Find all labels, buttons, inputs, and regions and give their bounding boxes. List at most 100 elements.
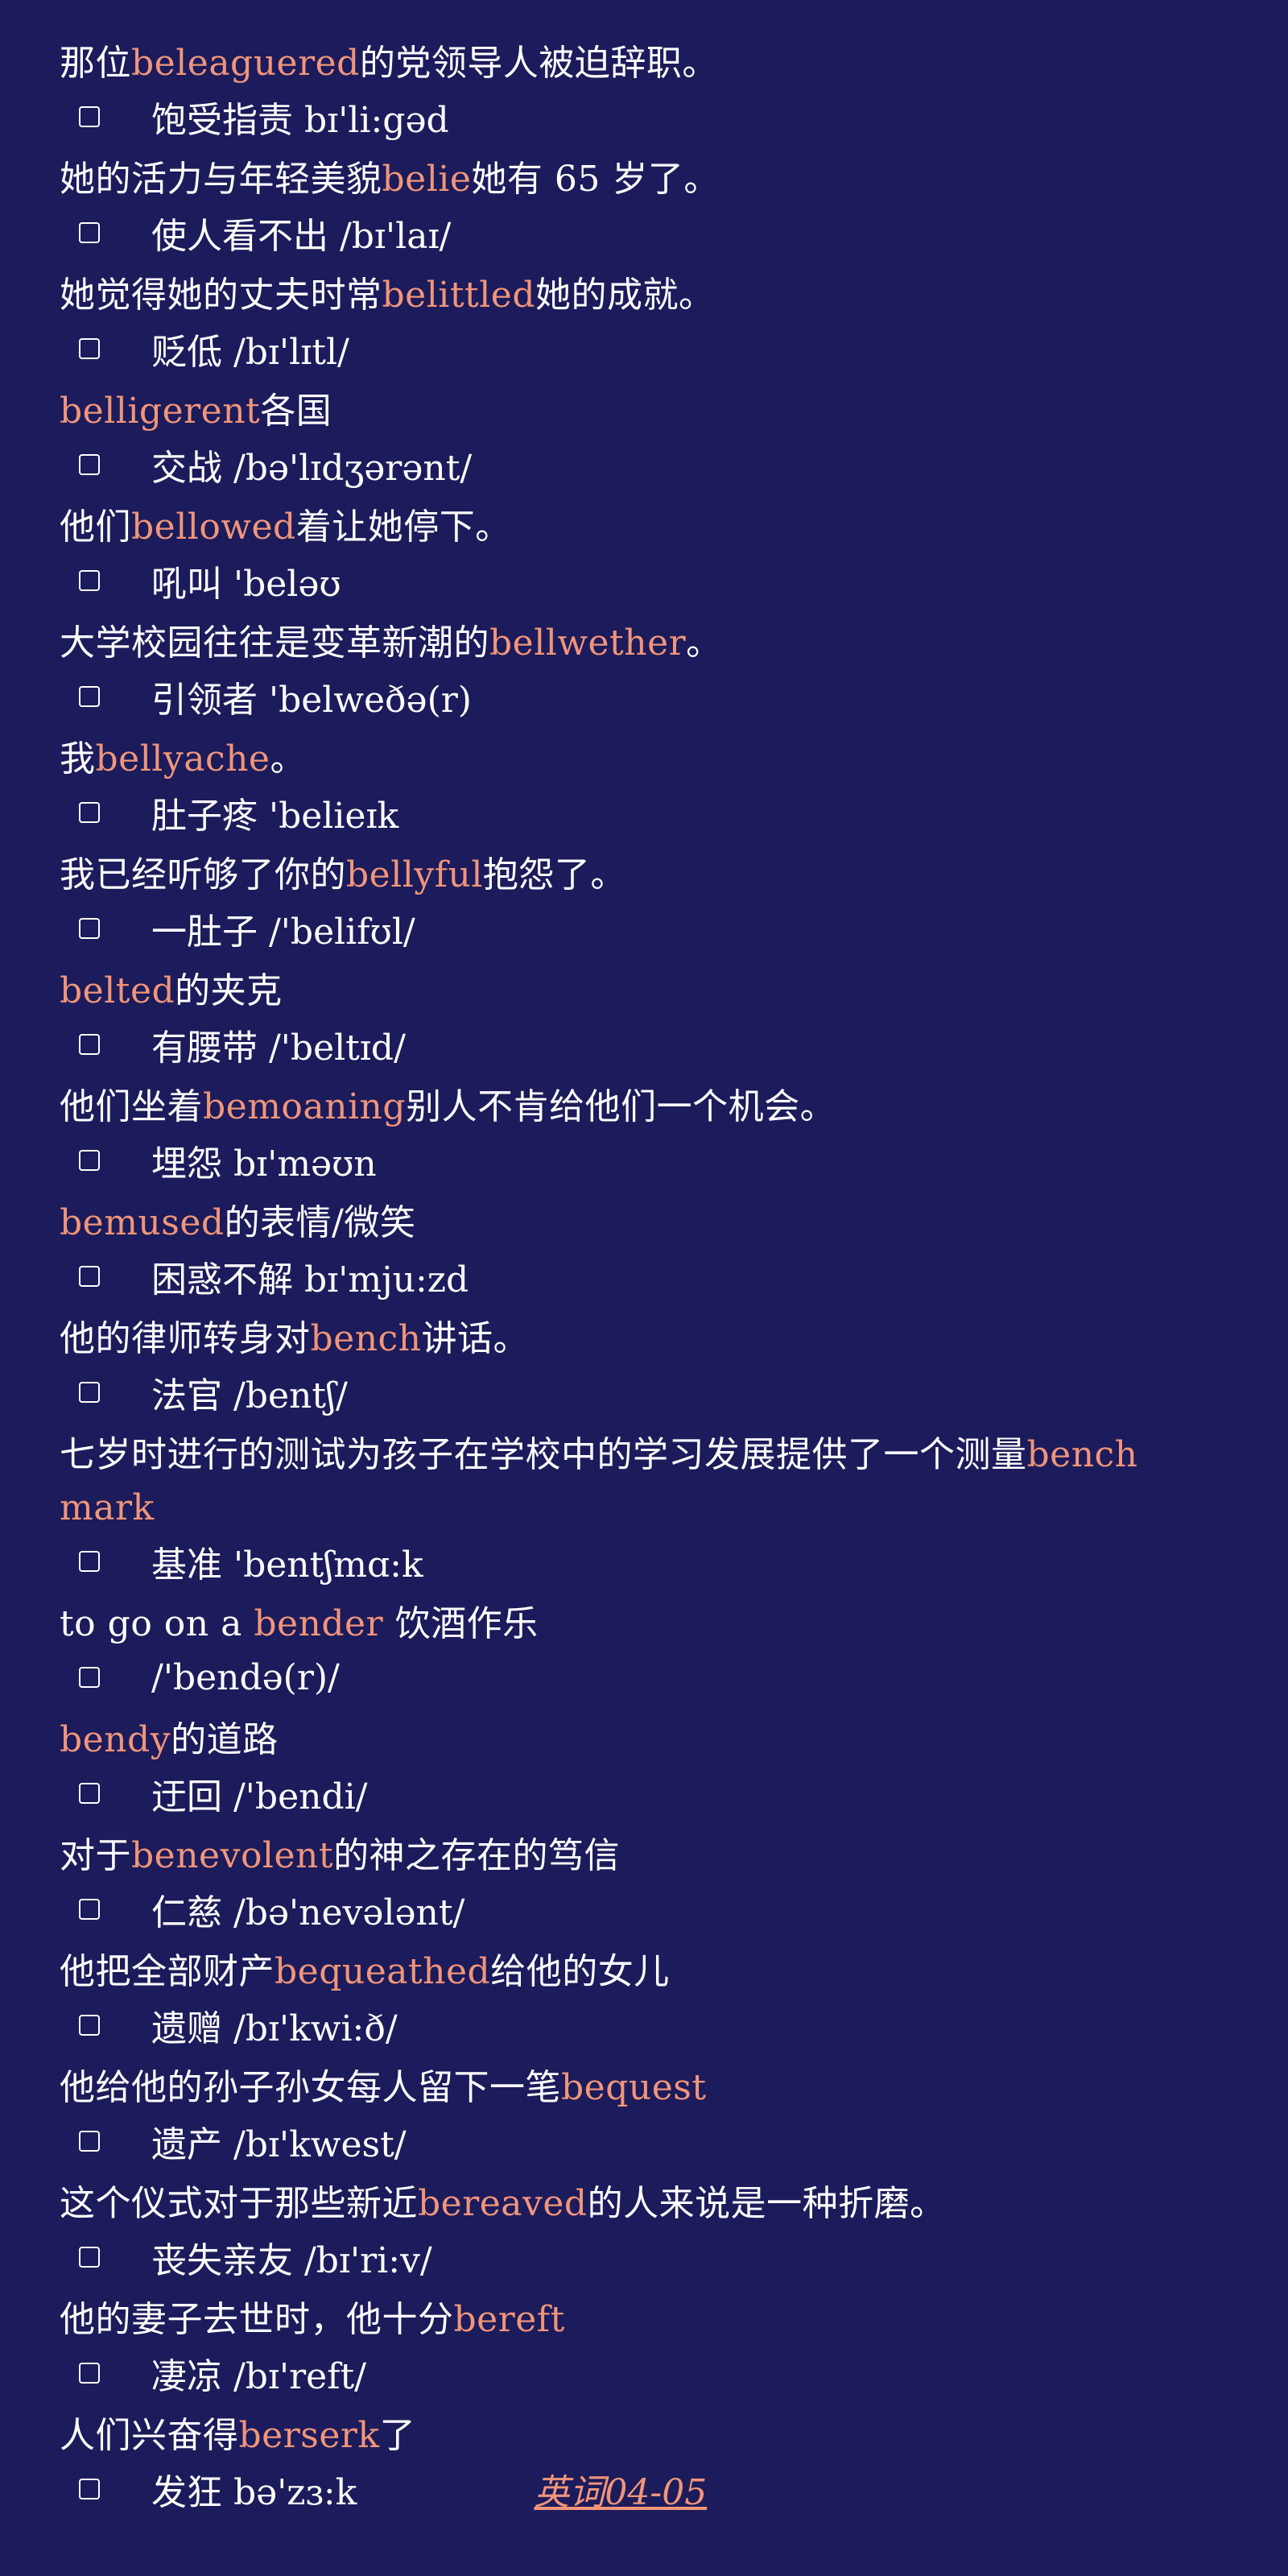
highlighted-word: belie <box>382 159 472 200</box>
vocab-entry: to go on a bender 饮酒作乐 /'bendə(r)/ <box>60 1598 1288 1704</box>
checkbox[interactable] <box>79 2479 100 2500</box>
checkbox[interactable] <box>79 1667 100 1688</box>
sentence-before: 她的活力与年轻美貌 <box>60 159 382 200</box>
example-sentence: 人们兴奋得berserk了 <box>60 2409 1138 2462</box>
definition-text: 交战 /bə'lɪdʒərənt/ <box>151 448 473 489</box>
definition-option: 吼叫 'beləʊ <box>60 554 1288 607</box>
sentence-before: 人们兴奋得 <box>60 2415 239 2456</box>
sentence-before: 他的妻子去世时，他十分 <box>60 2299 454 2340</box>
highlighted-word: belligerent <box>60 391 261 432</box>
checkbox[interactable] <box>79 2131 100 2152</box>
definition-text: 丧失亲友 /bɪ'ri:v/ <box>151 2240 432 2281</box>
vocab-entry: belligerent各国 交战 /bə'lɪdʒərənt/ <box>60 385 1288 491</box>
definition-option: 迂回 /'bendi/ <box>60 1767 1288 1820</box>
sentence-after: 的人来说是一种折磨。 <box>587 2183 946 2224</box>
checkbox[interactable] <box>79 454 100 475</box>
checkbox[interactable] <box>79 2363 100 2384</box>
checkbox[interactable] <box>79 338 100 359</box>
highlighted-word: bequest <box>561 2067 707 2108</box>
definition-text: 发狂 bə'zɜ:k <box>151 2472 357 2513</box>
checkbox[interactable] <box>79 1382 100 1403</box>
vocab-entry: 她觉得她的丈夫时常belittled她的成就。贬低 /bɪ'lɪtl/ <box>60 269 1288 375</box>
sentence-after: 讲话。 <box>421 1318 530 1359</box>
definition-option: 遗产 /bɪ'kwest/ <box>60 2115 1288 2168</box>
highlighted-word: bereaved <box>418 2183 588 2224</box>
sentence-after: 的神之存在的笃信 <box>333 1835 621 1876</box>
checkbox[interactable] <box>79 1783 100 1804</box>
definition-option: 丧失亲友 /bɪ'ri:v/ <box>60 2231 1288 2284</box>
highlighted-word: bendy <box>60 1719 171 1760</box>
example-sentence: bemused的表情/微笑 <box>60 1197 1138 1250</box>
definition-option: 法官 /bentʃ/ <box>60 1366 1288 1419</box>
vocab-entry: 这个仪式对于那些新近bereaved的人来说是一种折磨。 丧失亲友 /bɪ'ri:… <box>60 2177 1288 2284</box>
vocab-entry: 他的律师转身对bench讲话。 法官 /bentʃ/ <box>60 1313 1288 1419</box>
sentence-before: 他们坐着 <box>60 1086 203 1127</box>
definition-text: 引领者 'belweðə(r) <box>151 680 472 721</box>
sentence-after: 饮酒作乐 <box>383 1603 539 1644</box>
vocab-entry: 那位beleaguered的党领导人被迫辞职。 饱受指责 bɪ'li:gəd <box>60 37 1288 143</box>
example-sentence: 七岁时进行的测试为孩子在学校中的学习发展提供了一个测量benchmark <box>60 1429 1138 1535</box>
checkbox[interactable] <box>79 222 100 243</box>
vocab-entry: 他给他的孙子孙女每人留下一笔bequest 遗产 /bɪ'kwest/ <box>60 2061 1288 2168</box>
sentence-after: 。 <box>270 738 306 779</box>
sentence-after: 的道路 <box>171 1719 279 1760</box>
sentence-after: 着让她停下。 <box>295 507 511 548</box>
definition-text: 吼叫 'beləʊ <box>151 564 341 605</box>
vocab-entry: 我已经听够了你的bellyful抱怨了。一肚子 /'belifʊl/ <box>60 849 1288 955</box>
sentence-before: 她觉得她的丈夫时常 <box>60 275 382 316</box>
definition-text: 法官 /bentʃ/ <box>151 1375 348 1416</box>
section-link[interactable]: 英词04-05 <box>534 2463 707 2515</box>
definition-option: /'bendə(r)/ <box>60 1651 1288 1704</box>
example-sentence: 大学校园往往是变革新潮的bellwether。 <box>60 617 1138 670</box>
sentence-before: 七岁时进行的测试为孩子在学校中的学习发展提供了一个测量 <box>60 1434 1027 1475</box>
vocab-entry: bemused的表情/微笑困惑不解 bɪ'mju:zd <box>60 1197 1288 1303</box>
example-sentence: 他把全部财产bequeathed给他的女儿 <box>60 1945 1138 1999</box>
example-sentence: 他的妻子去世时，他十分bereft <box>60 2293 1138 2347</box>
highlighted-word: bequeathed <box>275 1951 491 1992</box>
definition-text: 贬低 /bɪ'lɪtl/ <box>151 332 349 373</box>
example-sentence: 她觉得她的丈夫时常belittled她的成就。 <box>60 269 1138 322</box>
definition-text: 一肚子 /'belifʊl/ <box>151 912 415 953</box>
definition-text: 遗产 /bɪ'kwest/ <box>151 2124 407 2165</box>
checkbox[interactable] <box>79 1266 100 1287</box>
checkbox[interactable] <box>79 570 100 591</box>
definition-option: 贬低 /bɪ'lɪtl/ <box>60 322 1288 375</box>
example-sentence: 她的活力与年轻美貌belie她有 65 岁了。 <box>60 153 1138 206</box>
highlighted-word: bellyful <box>346 854 483 895</box>
sentence-after: 给他的女儿 <box>490 1951 670 1992</box>
checkbox[interactable] <box>79 1551 100 1572</box>
definition-option: 发狂 bə'zɜ:k 英词04-05 <box>60 2462 1288 2516</box>
example-sentence: 我已经听够了你的bellyful抱怨了。 <box>60 849 1138 902</box>
checkbox[interactable] <box>79 106 100 127</box>
checkbox[interactable] <box>79 2015 100 2036</box>
definition-option: 饱受指责 bɪ'li:gəd <box>60 90 1288 143</box>
definition-option: 交战 /bə'lɪdʒərənt/ <box>60 438 1288 491</box>
sentence-after: 她的成就。 <box>535 275 715 316</box>
vocabulary-list: 那位beleaguered的党领导人被迫辞职。 饱受指责 bɪ'li:gəd 她的活… <box>0 0 1288 2576</box>
definition-text: 凄凉 /bɪ'reft/ <box>151 2356 367 2397</box>
checkbox[interactable] <box>79 1150 100 1171</box>
highlighted-word: bellwether <box>489 622 687 664</box>
vocab-entry: 他的妻子去世时，他十分bereft 凄凉 /bɪ'reft/ <box>60 2293 1288 2400</box>
checkbox[interactable] <box>79 918 100 939</box>
definition-text: /'bendə(r)/ <box>151 1656 340 1698</box>
sentence-after: 了 <box>379 2415 416 2456</box>
checkbox[interactable] <box>79 2247 100 2268</box>
definition-option: 有腰带 /'beltɪd/ <box>60 1018 1288 1071</box>
checkbox[interactable] <box>79 1899 100 1920</box>
sentence-after: 。 <box>686 622 722 664</box>
definition-text: 仁慈 /bə'nevələnt/ <box>151 1892 465 1933</box>
sentence-after: 抱怨了。 <box>482 854 626 895</box>
sentence-before: 他把全部财产 <box>60 1951 275 1992</box>
sentence-before: to go on a <box>60 1603 254 1644</box>
vocab-entry: 他们bellowed着让她停下。 吼叫 'beləʊ <box>60 501 1288 607</box>
vocab-entry: bendy的道路 迂回 /'bendi/ <box>60 1714 1288 1820</box>
sentence-before: 他给他的孙子孙女每人留下一笔 <box>60 2067 561 2108</box>
checkbox[interactable] <box>79 1034 100 1055</box>
definition-text: 困惑不解 bɪ'mju:zd <box>151 1259 469 1300</box>
checkbox[interactable] <box>79 686 100 707</box>
checkbox[interactable] <box>79 802 100 823</box>
highlighted-word: belted <box>60 970 175 1011</box>
highlighted-word: beleaguered <box>131 43 360 84</box>
example-sentence: bendy的道路 <box>60 1714 1138 1767</box>
